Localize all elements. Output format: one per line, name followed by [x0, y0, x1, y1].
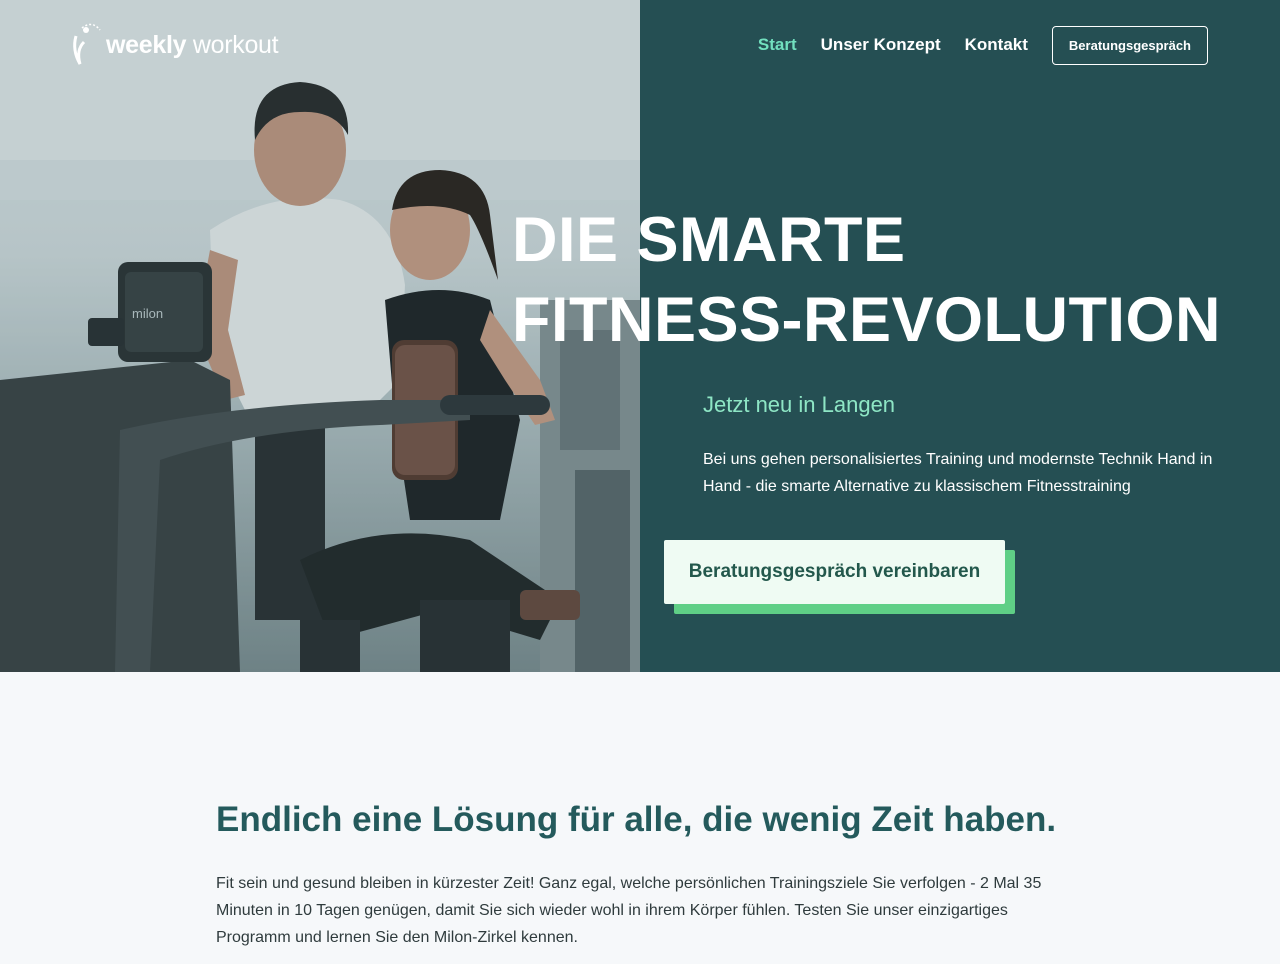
intro-heading: Endlich eine Lösung für alle, die wenig … [216, 800, 1057, 839]
nav-concept[interactable]: Unser Konzept [821, 35, 941, 55]
hero-title-line-1: DIE SMARTE [512, 205, 906, 275]
hero-subtitle: Jetzt neu in Langen [703, 392, 896, 417]
logo[interactable]: weekly workout [70, 20, 279, 70]
hero-title: DIE SMARTE FITNESS-REVOLUTION [512, 200, 1221, 360]
logo-text: weekly workout [106, 30, 279, 60]
nav-start[interactable]: Start [758, 35, 797, 55]
intro-section: Endlich eine Lösung für alle, die wenig … [0, 672, 1280, 964]
hero-section: milon weekly workout Start Unser Konzept… [0, 0, 1280, 672]
hero-title-line-2: FITNESS-REVOLUTION [512, 285, 1222, 355]
hero-description: Bei uns gehen personalisiertes Training … [703, 451, 1213, 495]
logo-word-workout: workout [186, 30, 279, 59]
nav-contact[interactable]: Kontakt [965, 35, 1028, 55]
main-navigation: Start Unser Konzept Kontakt Beratungsges… [734, 25, 1208, 65]
logo-icon [73, 23, 101, 65]
intro-text: Fit sein und gesund bleiben in kürzester… [216, 875, 1042, 946]
logo-word-weekly: weekly [106, 30, 187, 59]
schedule-consultation-button[interactable]: Beratungsgespräch vereinbaren [664, 540, 1005, 604]
consultation-nav-button[interactable]: Beratungsgespräch [1051, 25, 1208, 65]
hero-cta-wrapper: Beratungsgespräch vereinbaren [664, 540, 1016, 615]
